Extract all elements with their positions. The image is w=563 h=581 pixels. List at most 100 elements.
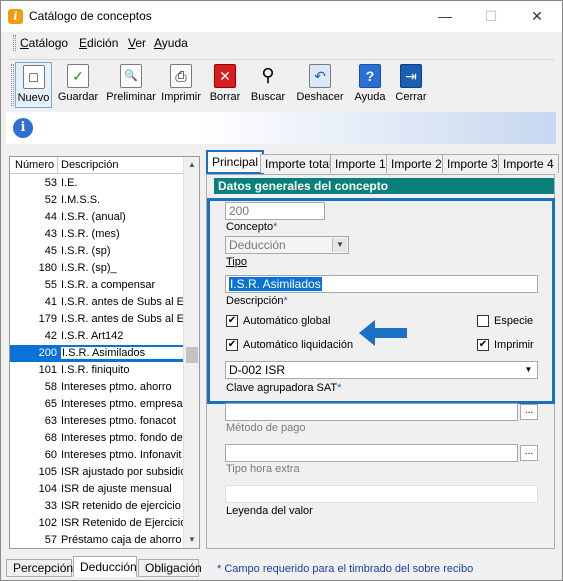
tab-importe-2[interactable]: Importe 2 [386,154,447,173]
concepto-field[interactable]: 200 [225,202,325,220]
preliminar-button[interactable]: 🔍 Preliminar [106,62,156,108]
menu-ver[interactable]: Ver [128,36,146,50]
list-item-description: ISR Retenido de Ejercicio [61,517,183,529]
maximize-button[interactable]: ☐ [468,1,514,32]
scroll-down-icon[interactable]: ▼ [184,532,200,548]
delete-x-icon: ✕ [214,64,236,88]
list-item-description: I.S.R. (anual) [61,211,126,223]
list-scrollbar[interactable]: ▲ ▼ [183,157,199,548]
list-item-number: 179 [38,313,57,325]
list-item[interactable]: 179 I.S.R. antes de Subs al Er [10,311,183,328]
scroll-thumb[interactable] [186,347,198,363]
list-item-number: 200 [38,347,57,359]
section-title: Datos generales del concepto [214,178,554,194]
menu-catalogo[interactable]: Catálogo [20,36,68,50]
binoculars-icon: ⚲ [261,65,275,85]
list-item-description: ISR ajustado por subsidio [61,466,183,478]
tab-importe-3[interactable]: Importe 3 [442,154,503,173]
list-item[interactable]: 42 I.S.R. Art142 [10,328,183,345]
menu-grip [13,35,16,51]
list-item[interactable]: 33 ISR retenido de ejercicio a [10,498,183,515]
descripcion-field[interactable]: I.S.R. Asimilados [225,275,538,293]
header-descripcion[interactable]: Descripción [58,157,183,174]
automatico-global-checkbox[interactable]: ✔ [226,315,238,327]
list-item-number: 104 [38,483,57,495]
list-item[interactable]: 53 I.E. [10,175,183,192]
imprimir-label: Imprimir [494,339,534,351]
minimize-button[interactable]: — [422,1,468,32]
list-item-number: 42 [44,330,57,342]
list-item-number: 44 [44,211,57,223]
list-item[interactable]: 105 ISR ajustado por subsidio [10,464,183,481]
list-item[interactable]: 65 Intereses ptmo. empresa [10,396,183,413]
tipo-combo[interactable]: Deducción ▼ [225,236,349,254]
list-item[interactable]: 63 Intereses ptmo. fonacot [10,413,183,430]
buscar-button[interactable]: ⚲ Buscar [249,62,287,108]
save-check-icon: ✓ [67,64,89,88]
list-item[interactable]: 45 I.S.R. (sp) [10,243,183,260]
list-item[interactable]: 57 Préstamo caja de ahorro [10,532,183,548]
scroll-up-icon[interactable]: ▲ [184,157,200,173]
list-item-number: 65 [44,398,57,410]
automatico-liquidacion-checkbox[interactable]: ✔ [226,339,238,351]
list-item-description: I.S.R. a compensar [61,279,156,291]
deshacer-button[interactable]: ↶ Deshacer [295,62,345,108]
especie-checkbox[interactable] [477,315,489,327]
tab-importe-1[interactable]: Importe 1 [330,154,391,173]
list-item-description: Intereses ptmo. empresa [61,398,183,410]
header-numero[interactable]: Número [10,157,58,174]
tab-obligacion[interactable]: Obligación [138,559,202,577]
list-item-number: 55 [44,279,57,291]
list-item[interactable]: 44 I.S.R. (anual) [10,209,183,226]
list-item-number: 180 [38,262,57,274]
list-item-number: 33 [44,500,57,512]
list-item[interactable]: 55 I.S.R. a compensar [10,277,183,294]
clave-sat-combo[interactable]: D-002 ISR ▼ [225,361,538,379]
metodo-pago-field[interactable] [225,403,518,421]
info-icon: i [13,118,33,138]
list-item[interactable]: 58 Intereses ptmo. ahorro [10,379,183,396]
tab-principal[interactable]: Principal [206,150,265,174]
list-header: Número Descripción [10,157,183,174]
list-item[interactable]: 180 I.S.R. (sp)_ [10,260,183,277]
list-item[interactable]: 104 ISR de ajuste mensual [10,481,183,498]
borrar-button[interactable]: ✕ Borrar [208,62,242,108]
menu-ayuda[interactable]: Ayuda [154,36,188,50]
close-button[interactable]: ✕ [514,1,560,32]
tipo-hora-extra-label: Tipo hora extra [226,463,300,475]
window-title: Catálogo de conceptos [29,9,152,23]
list-item[interactable]: 68 Intereses ptmo. fondo de a [10,430,183,447]
list-item[interactable]: 101 I.S.R. finiquito [10,362,183,379]
list-item-description: I.M.S.S. [61,194,101,206]
cerrar-button[interactable]: ⇥ Cerrar [393,62,429,108]
list-item[interactable]: 60 Intereses ptmo. Infonavit [10,447,183,464]
imprimir-button[interactable]: ⎙ Imprimir [160,62,202,108]
tab-importe-total[interactable]: Importe total [260,154,337,173]
list-item-description: Intereses ptmo. ahorro [61,381,172,393]
tipo-hora-extra-field[interactable] [225,444,518,462]
principal-panel: Datos generales del concepto 200 Concept… [206,174,555,549]
list-item[interactable]: 43 I.S.R. (mes) [10,226,183,243]
metodo-pago-lookup-button[interactable]: ... [520,404,538,420]
list-item[interactable]: 52 I.M.S.S. [10,192,183,209]
list-item-number: 41 [44,296,57,308]
list-item[interactable]: 41 I.S.R. antes de Subs al Er [10,294,183,311]
list-item[interactable]: 200 I.S.R. Asimilados [10,345,183,362]
tipo-hora-lookup-button[interactable]: ... [520,445,538,461]
tab-percepcion[interactable]: Percepción [6,559,73,577]
tipo-label: Tipo [226,256,247,268]
concepts-list[interactable]: Número Descripción 53 I.E. 52 I.M.S.S. 44 I.S… [9,156,200,549]
imprimir-checkbox[interactable]: ✔ [477,339,489,351]
ayuda-button[interactable]: ? Ayuda [352,62,388,108]
tab-deduccion[interactable]: Deducción [73,556,137,577]
guardar-button[interactable]: ✓ Guardar [56,62,100,108]
menu-edicion[interactable]: Edición [79,36,118,50]
tab-importe-4[interactable]: Importe 4 [498,154,559,173]
list-item-description: ISR de ajuste mensual [61,483,172,495]
leyenda-field[interactable] [225,485,538,503]
nuevo-button[interactable]: □ Nuevo [15,62,52,108]
help-icon: ? [359,64,381,88]
list-item[interactable]: 102 ISR Retenido de Ejercicio [10,515,183,532]
list-rows: 53 I.E. 52 I.M.S.S. 44 I.S.R. (anual) 43 I.S.R.… [10,175,183,548]
catalogo-window: i Catálogo de conceptos — ☐ ✕ Catálogo E… [0,0,563,581]
